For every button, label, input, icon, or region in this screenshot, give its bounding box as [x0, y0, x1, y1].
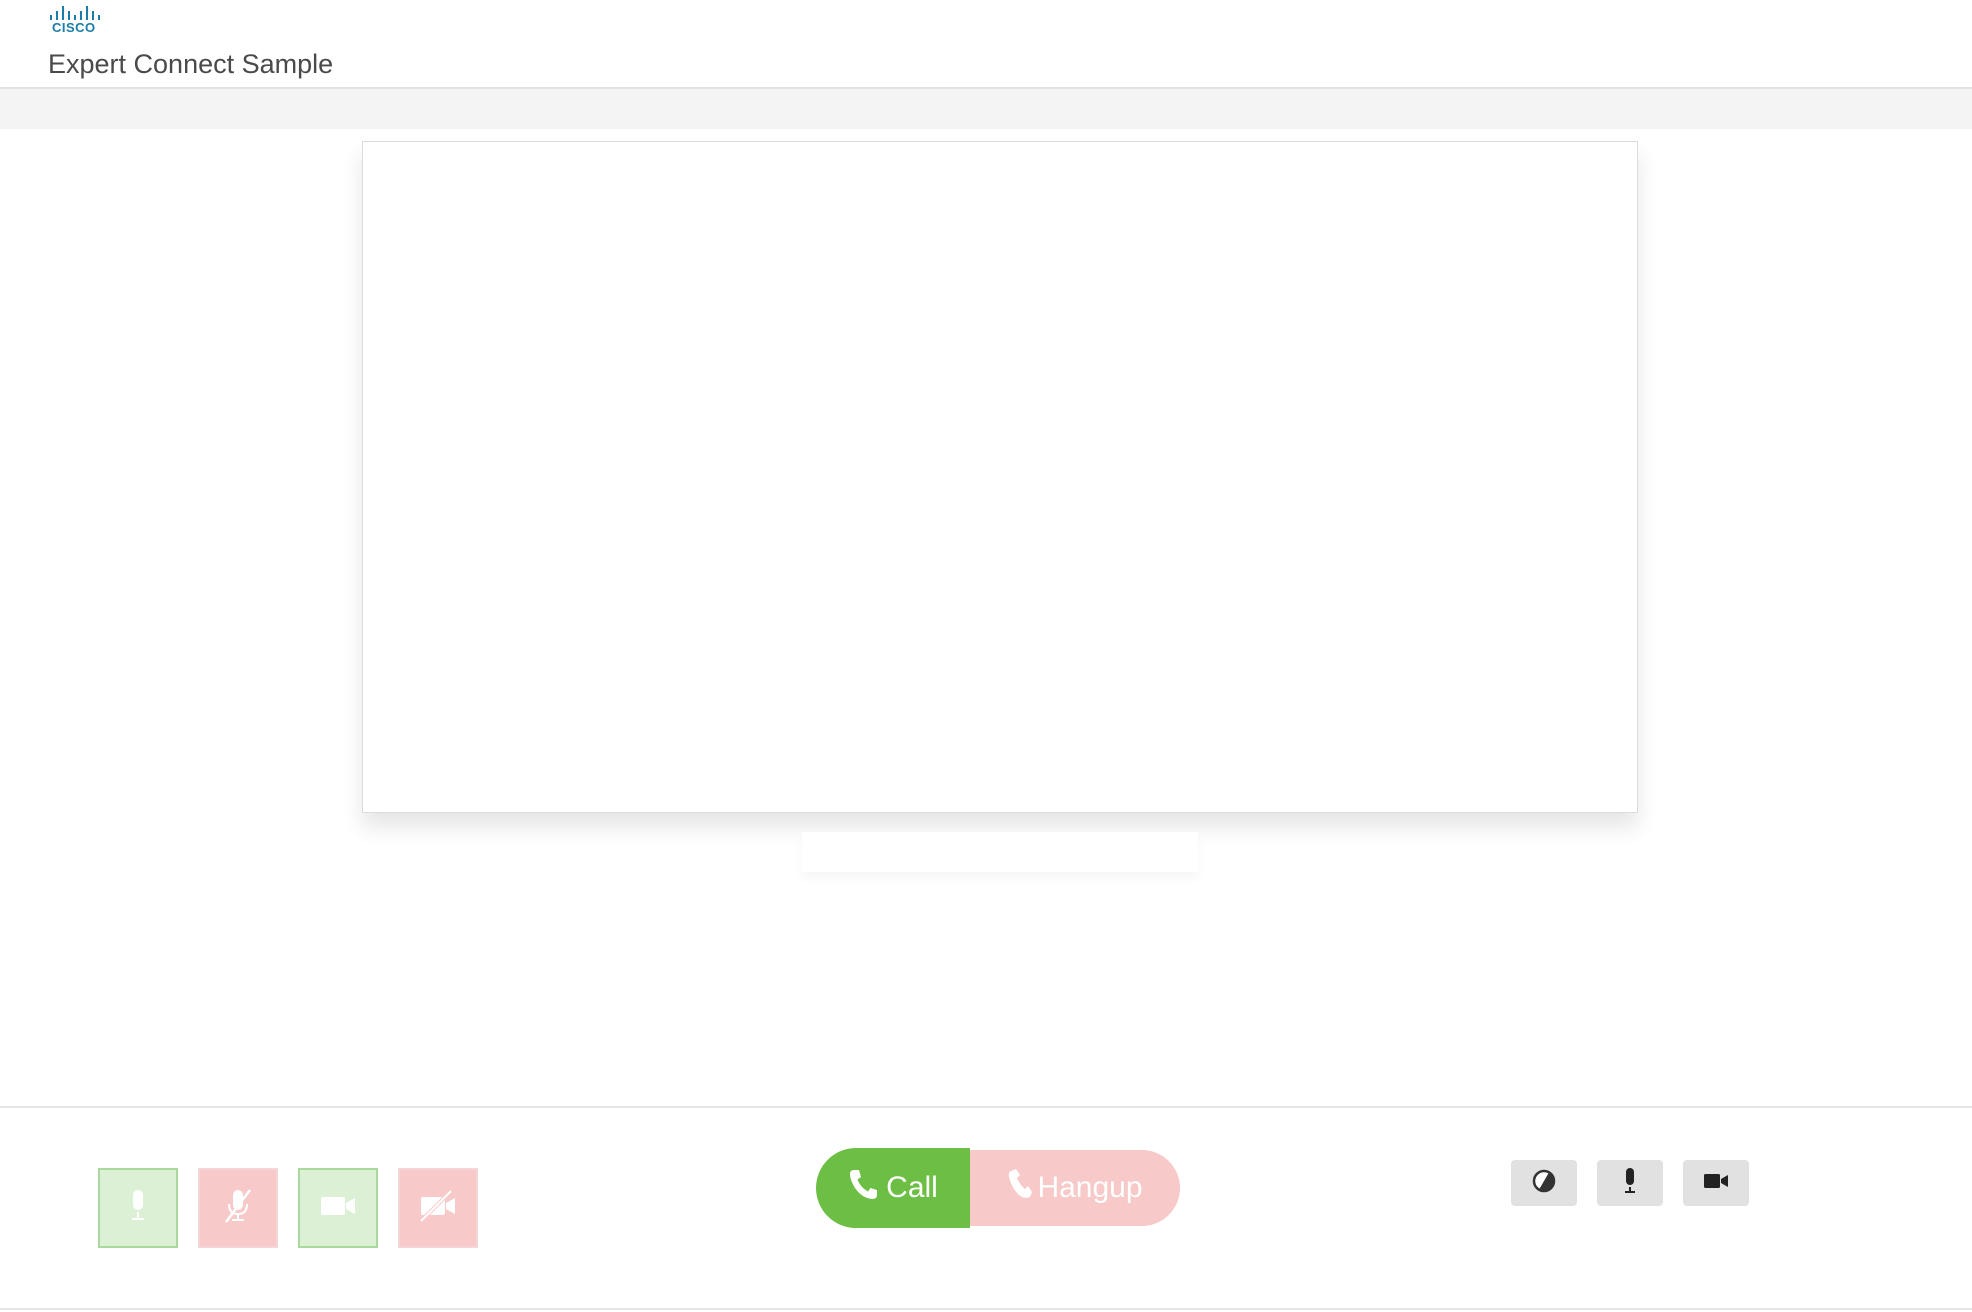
remote-video-panel	[362, 141, 1638, 813]
contrast-icon	[1531, 1168, 1557, 1199]
video-camera-icon	[1703, 1172, 1729, 1195]
camera-button[interactable]	[1683, 1160, 1749, 1206]
toolbar-strip	[0, 89, 1972, 129]
microphone-muted-icon	[222, 1186, 254, 1231]
call-pill: Call Hangup	[816, 1148, 1182, 1228]
self-view-video	[802, 832, 1198, 872]
phone-icon	[848, 1168, 878, 1208]
microphone-icon	[1622, 1166, 1638, 1201]
hangup-button-label: Hangup	[1037, 1171, 1143, 1204]
video-on-button[interactable]	[298, 1168, 378, 1248]
call-button-label: Call	[886, 1171, 938, 1204]
mic-off-button[interactable]	[198, 1168, 278, 1248]
call-button[interactable]: Call	[816, 1148, 970, 1228]
app-header: CISCO Expert Connect Sample	[0, 0, 1972, 89]
microphone-icon	[126, 1186, 150, 1231]
mic-on-button[interactable]	[98, 1168, 178, 1248]
microphone-button[interactable]	[1597, 1160, 1663, 1206]
cisco-logo-bars	[48, 6, 100, 20]
video-off-button[interactable]	[398, 1168, 478, 1248]
page-title: Expert Connect Sample	[48, 49, 334, 79]
video-camera-icon	[319, 1194, 357, 1223]
video-camera-off-icon	[418, 1189, 458, 1228]
hangup-button[interactable]: Hangup	[970, 1150, 1180, 1226]
contrast-button[interactable]	[1511, 1160, 1577, 1206]
cisco-logo: CISCO	[48, 6, 100, 36]
cisco-logo-text: CISCO	[52, 20, 96, 35]
phone-hangup-icon	[1007, 1167, 1033, 1209]
